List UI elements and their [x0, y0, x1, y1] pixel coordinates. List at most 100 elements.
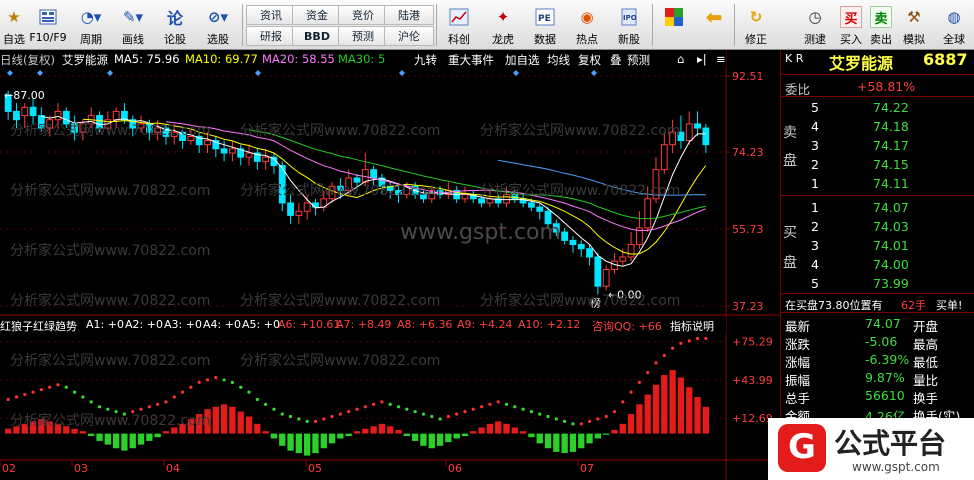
tool-ma[interactable]: 均线: [547, 52, 570, 68]
ask-row[interactable]: 4 74.18: [781, 117, 974, 137]
menu-icon[interactable]: ≡: [716, 52, 726, 66]
candle-down: [220, 148, 228, 154]
brand-name: 公式平台: [834, 427, 947, 460]
divider: [781, 74, 974, 75]
tool-forecast[interactable]: 预测: [627, 52, 650, 68]
price-axis-label: 74.23: [732, 146, 764, 159]
indicator-bar-red: [495, 421, 502, 434]
indicator-bar-green: [428, 433, 435, 449]
ask-row[interactable]: 2 74.15: [781, 155, 974, 175]
brand-logo: G 公式平台 www.gspt.com: [768, 418, 974, 480]
indicator-dot: [338, 412, 342, 416]
indicator-dot: [571, 422, 575, 426]
candle-down: [536, 206, 544, 212]
ind-a8: A8: +6.36: [397, 318, 453, 331]
bid-row[interactable]: 4 74.00: [781, 255, 974, 275]
ask-price: 74.11: [873, 176, 909, 191]
indicator-bar-green: [104, 433, 111, 445]
toolbar-cece[interactable]: ◷ 测逮: [798, 2, 832, 48]
hammer-icon: ⚒: [907, 8, 921, 26]
ask-row[interactable]: 3 74.17: [781, 136, 974, 156]
ind-a5: A5: +0: [242, 318, 280, 331]
indicator-bar-red: [702, 406, 710, 434]
toolbar-buy[interactable]: 买 买入: [836, 2, 866, 48]
indicator-bar-red: [627, 414, 635, 434]
ma20-label: MA20: 58.55: [262, 52, 335, 66]
tool-add-favorite[interactable]: 加自选: [505, 52, 540, 68]
toolbar-label: 模拟: [903, 33, 925, 46]
indicator-bar-red: [677, 377, 685, 434]
indicator-dot: [156, 402, 160, 406]
stat-value: 74.07: [865, 316, 901, 331]
tool-fuquan[interactable]: 复权: [578, 52, 601, 68]
indicator-bar-green: [270, 433, 278, 439]
toolbar-simulate[interactable]: ⚒ 模拟: [898, 2, 930, 48]
indicator-bar-red: [378, 423, 386, 434]
divider: [781, 293, 974, 294]
indicator-dot: [6, 397, 10, 402]
indicator-bar-green: [154, 433, 161, 438]
indicator-bar-green: [536, 433, 543, 444]
candle-up: [619, 256, 627, 262]
bid-row[interactable]: 1 74.07: [781, 198, 974, 218]
toolbar-fullscreen[interactable]: ◍ 全球: [936, 2, 972, 48]
indicator-header: 红狼子红绿趋势 A1: +0 A2: +0 A3: +0 A4: +0 A5: …: [0, 317, 726, 334]
indicator-axis-label: +75.29: [732, 336, 773, 349]
indicator-bar-green: [586, 433, 593, 444]
indicator-dot: [637, 380, 642, 384]
stat-value: -6.39%: [865, 352, 910, 367]
indicator-bar-green: [411, 433, 419, 441]
indicator-bar-red: [686, 387, 693, 434]
tool-jiuzhuan[interactable]: 九转: [414, 52, 437, 68]
toolbar-sell[interactable]: 卖 卖出: [866, 2, 896, 48]
bid-row[interactable]: 2 74.03: [781, 217, 974, 237]
indicator-bar-red: [503, 423, 510, 434]
ind-a10: A10: +2.12: [518, 318, 581, 331]
bid-row[interactable]: 5 73.99: [781, 274, 974, 294]
ask-row[interactable]: 5 74.22: [781, 98, 974, 118]
indicator-bar-green: [304, 433, 311, 456]
indicator-dot: [563, 419, 567, 423]
tool-overlay[interactable]: 叠: [610, 52, 622, 68]
indicator-dot: [504, 402, 509, 406]
indicator-dot: [488, 402, 492, 406]
indicator-dot: [695, 336, 700, 341]
indicator-bar-green: [121, 433, 128, 451]
indicator-dot: [81, 395, 85, 399]
indicator-bar-green: [445, 433, 452, 443]
indicator-explain-button[interactable]: 指标说明: [670, 318, 714, 334]
ask-level: 5: [811, 100, 819, 115]
ask-level: 4: [811, 119, 819, 134]
event-marker-icon: [399, 70, 405, 76]
indicator-dot: [322, 417, 326, 421]
lock-icon[interactable]: ⌂: [677, 52, 684, 66]
indicator-bar-green: [420, 433, 427, 446]
toolbar-label: 测逮: [804, 33, 826, 46]
indicator-dot: [97, 405, 102, 409]
indicator-bar-red: [694, 397, 701, 434]
indicator-dot: [396, 405, 401, 409]
sell-label: 卖: [781, 120, 801, 141]
indicator-name[interactable]: 红狼子红绿趋势: [0, 318, 77, 334]
stock-name: 艾罗能源: [62, 53, 108, 67]
indicator-bar-green: [337, 433, 344, 439]
stat-row: 涨跌 -5.06 最高: [781, 332, 974, 352]
indicator-dot: [239, 385, 243, 389]
stat-row: 总手 56610 换手: [781, 386, 974, 406]
ind-a9: A9: +4.24: [457, 318, 513, 331]
ask-price: 74.15: [873, 157, 909, 172]
tool-events[interactable]: 重大事件: [448, 52, 494, 68]
ask-row[interactable]: 1 74.11: [781, 174, 974, 194]
indicator-dot: [538, 412, 542, 416]
play-icon[interactable]: ▸|: [697, 52, 707, 66]
bid-row[interactable]: 3 74.01: [781, 236, 974, 256]
period-label[interactable]: 日线(复权): [0, 52, 55, 68]
indicator-bar-red: [644, 394, 651, 434]
indicator-dot: [180, 390, 185, 394]
indicator-bar-red: [661, 375, 668, 434]
quote-stock-name: 艾罗能源: [829, 54, 894, 73]
stat-value: 9.87%: [865, 370, 905, 385]
date-label: 05: [308, 462, 322, 475]
price-axis-label: 55.73: [732, 223, 764, 236]
indicator-bar-red: [353, 431, 361, 434]
